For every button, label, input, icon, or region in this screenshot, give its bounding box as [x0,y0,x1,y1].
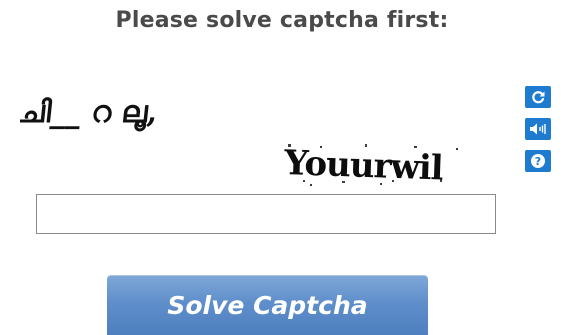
svg-text:?: ? [535,155,541,168]
refresh-captcha-button[interactable] [525,86,551,108]
page-title: Please solve captcha first: [115,8,449,33]
captcha-word-1: ചി__ റ ലൂ, [20,95,160,132]
help-captcha-button[interactable]: ? [525,150,551,172]
captcha-image: ചി__ റ ലൂ, Youurwil [20,95,458,189]
audio-captcha-button[interactable] [525,118,551,140]
audio-icon [530,123,546,135]
refresh-icon [532,91,545,104]
captcha-page: Please solve captcha first: ചി__ റ ലൂ, Y… [0,0,564,335]
captcha-word-2-group: Youurwil [283,143,458,189]
solve-captcha-button[interactable]: Solve Captcha [107,275,428,335]
captcha-answer-input[interactable] [36,194,496,234]
captcha-toolbar: ? [525,86,551,182]
captcha-word-2: Youurwil [283,143,445,189]
help-icon: ? [531,154,545,168]
